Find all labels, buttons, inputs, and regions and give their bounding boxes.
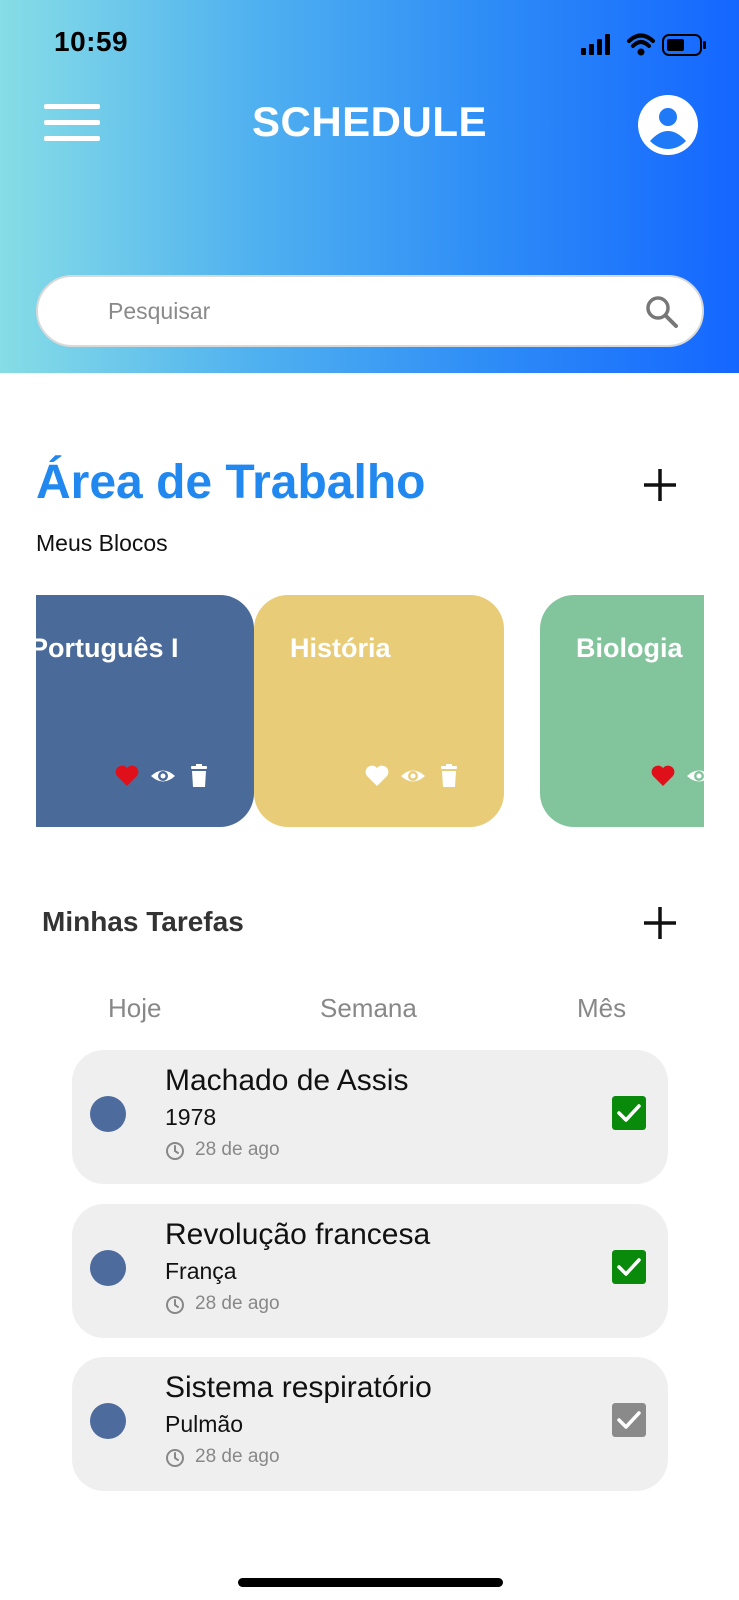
eye-icon[interactable] xyxy=(400,763,426,789)
user-avatar-icon xyxy=(638,95,698,155)
task-subtitle: 1978 xyxy=(165,1104,217,1130)
task-status-dot[interactable] xyxy=(90,1403,126,1439)
checkbox-checked-icon[interactable] xyxy=(612,1250,646,1284)
trash-icon[interactable] xyxy=(436,763,462,789)
tab-semana[interactable]: Semana xyxy=(320,993,417,1024)
task-subtitle: Pulmão xyxy=(165,1411,243,1437)
block-actions xyxy=(650,763,704,789)
block-actions xyxy=(364,763,464,789)
tasks-title: Minhas Tarefas xyxy=(42,906,244,937)
tab-hoje[interactable]: Hoje xyxy=(108,993,161,1024)
blocks-carousel[interactable]: Português I História Biologia xyxy=(36,595,704,827)
search-icon[interactable] xyxy=(644,294,680,330)
task-title: Revolução francesa xyxy=(165,1218,431,1251)
block-card-biologia[interactable]: Biologia xyxy=(540,595,704,827)
heart-icon[interactable] xyxy=(114,763,140,789)
block-card-portugues[interactable]: Português I xyxy=(36,595,254,827)
task-date: 28 de ago xyxy=(195,1139,280,1160)
clock-icon xyxy=(166,1296,184,1314)
task-date: 28 de ago xyxy=(195,1293,280,1314)
checkbox-checked-icon[interactable] xyxy=(612,1403,646,1437)
app-title: SCHEDULE xyxy=(251,98,488,145)
workspace-title: Área de Trabalho xyxy=(36,456,426,509)
home-indicator[interactable] xyxy=(238,1578,503,1587)
eye-icon[interactable] xyxy=(150,763,176,789)
clock-icon xyxy=(166,1142,184,1160)
tasks-tabs: Hoje Semana Mês xyxy=(0,993,739,1033)
add-task-icon[interactable] xyxy=(640,903,680,943)
eye-icon[interactable] xyxy=(686,763,704,789)
block-title: Biologia xyxy=(576,633,683,663)
block-actions xyxy=(114,763,214,789)
trash-icon[interactable] xyxy=(186,763,212,789)
checkbox-checked-icon[interactable] xyxy=(612,1096,646,1130)
task-item[interactable]: Machado de Assis 1978 28 de ago xyxy=(72,1050,668,1184)
status-time: 10:59 xyxy=(54,26,129,57)
tab-mes[interactable]: Mês xyxy=(577,993,626,1024)
task-item[interactable]: Sistema respiratório Pulmão 28 de ago xyxy=(72,1357,668,1491)
header: 10:59 SCHEDULE xyxy=(0,0,739,373)
task-date: 28 de ago xyxy=(195,1446,280,1467)
task-title: Sistema respiratório xyxy=(165,1371,432,1404)
search-bar xyxy=(36,275,704,347)
block-title: História xyxy=(290,633,391,663)
task-title: Machado de Assis xyxy=(165,1064,409,1097)
add-block-icon[interactable] xyxy=(640,465,680,505)
task-subtitle: França xyxy=(165,1258,237,1284)
signal-wifi-battery-icon xyxy=(581,33,706,56)
profile-button[interactable] xyxy=(638,95,698,155)
heart-icon[interactable] xyxy=(364,763,390,789)
search-input[interactable] xyxy=(108,291,608,331)
status-icons xyxy=(579,30,709,60)
workspace-subtitle: Meus Blocos xyxy=(36,530,168,556)
block-title: Português I xyxy=(36,633,179,663)
task-item[interactable]: Revolução francesa França 28 de ago xyxy=(72,1204,668,1338)
task-status-dot[interactable] xyxy=(90,1250,126,1286)
heart-icon[interactable] xyxy=(650,763,676,789)
clock-icon xyxy=(166,1449,184,1467)
task-status-dot[interactable] xyxy=(90,1096,126,1132)
block-card-historia[interactable]: História xyxy=(254,595,504,827)
